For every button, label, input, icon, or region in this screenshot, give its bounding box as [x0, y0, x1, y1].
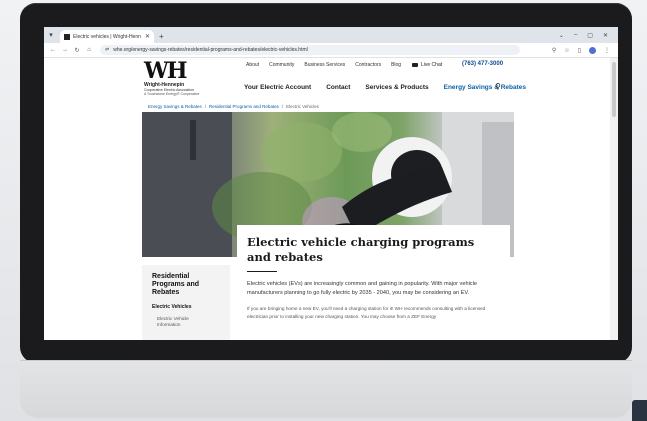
close-window-icon[interactable]: ✕: [603, 32, 608, 39]
breadcrumb-energy-savings[interactable]: Energy Savings & Rebates: [148, 104, 202, 109]
breadcrumb-current: Electric Vehicles: [286, 104, 319, 109]
sidebar: Residential Programs and Rebates Electri…: [142, 265, 230, 340]
chat-icon: [412, 63, 418, 67]
url-text: whe.org/energy-savings-rebates/residenti…: [113, 47, 308, 53]
breadcrumb-separator: /: [281, 104, 284, 109]
nav-business-services[interactable]: Business Services: [304, 62, 345, 68]
nav-contact[interactable]: Contact: [326, 84, 350, 91]
close-tab-icon[interactable]: ✕: [145, 33, 150, 40]
phone-number[interactable]: (763) 477-3000: [462, 61, 503, 67]
tab-title: Electric vehicles | Wright-Henn: [73, 33, 141, 40]
monitor-chin: [20, 360, 632, 418]
logo-mark: WH: [144, 58, 187, 84]
reload-icon[interactable]: ↻: [74, 47, 80, 54]
nav-blog[interactable]: Blog: [391, 62, 401, 68]
main-nav: Your Electric Account Contact Services &…: [244, 84, 526, 91]
address-bar: ← → ↻ ⌂ ⇌ whe.org/energy-savings-rebates…: [44, 43, 618, 58]
home-icon[interactable]: ⌂: [86, 47, 92, 53]
scrollbar[interactable]: [610, 58, 618, 340]
utility-nav: About Community Business Services Contra…: [246, 62, 401, 68]
sidebar-item-electric-vehicles[interactable]: Electric Vehicles: [152, 304, 220, 310]
logo-tagline: A Touchstone Energy® Cooperative: [144, 92, 200, 96]
menu-icon[interactable]: ⋮: [604, 47, 610, 54]
intro-paragraph: Electric vehicles (EVs) are increasingly…: [247, 281, 477, 296]
nav-community[interactable]: Community: [269, 62, 294, 68]
new-tab-icon[interactable]: +: [159, 32, 164, 41]
chevron-down-icon[interactable]: ⌄: [559, 32, 564, 39]
page-title: Electric vehicle charging programs and r…: [247, 235, 475, 264]
sidebar-item-ev-information[interactable]: Electric Vehicle Information: [157, 316, 212, 328]
back-icon[interactable]: ←: [50, 47, 56, 53]
tab-bar: ▾ Electric vehicles | Wright-Henn ✕ + ⌄ …: [44, 27, 618, 43]
body-paragraph: If you are bringing home a new EV, you'l…: [247, 306, 486, 319]
side-panel-icon[interactable]: ▯: [578, 47, 581, 54]
zoom-icon[interactable]: ⚲: [552, 47, 556, 54]
content-card: Electric vehicle charging programs and r…: [237, 225, 510, 340]
profile-avatar[interactable]: [589, 46, 596, 54]
favicon-icon: [64, 33, 70, 40]
maximize-icon[interactable]: ▢: [587, 32, 593, 39]
breadcrumb: Energy Savings & Rebates / Residential P…: [148, 104, 319, 109]
nav-energy-savings-rebates[interactable]: Energy Savings & Rebates: [444, 84, 526, 91]
search-icon[interactable]: ⚲: [495, 82, 501, 91]
browser-screen: ▾ Electric vehicles | Wright-Henn ✕ + ⌄ …: [44, 27, 618, 340]
title-divider: [247, 271, 277, 272]
nav-contractors[interactable]: Contractors: [355, 62, 381, 68]
breadcrumb-separator: /: [204, 104, 207, 109]
window-controls: ⌄ – ▢ ✕: [559, 27, 618, 43]
bookmark-star-icon[interactable]: ☆: [564, 47, 569, 54]
scrollbar-thumb[interactable]: [612, 62, 616, 117]
breadcrumb-residential[interactable]: Residential Programs and Rebates: [209, 104, 279, 109]
nav-about[interactable]: About: [246, 62, 259, 68]
live-chat-label: Live Chat: [421, 62, 443, 68]
nav-services-products[interactable]: Services & Products: [365, 84, 428, 91]
minimize-icon[interactable]: –: [574, 32, 577, 38]
nav-your-electric-account[interactable]: Your Electric Account: [244, 84, 311, 91]
site-logo[interactable]: WH Wright-Hennepin Cooperative Electric …: [144, 60, 214, 96]
url-input[interactable]: ⇌ whe.org/energy-savings-rebates/residen…: [100, 45, 520, 55]
mug-edge: [632, 400, 647, 421]
browser-tools: ⚲ ☆ ▯ ⋮: [552, 46, 618, 54]
live-chat-link[interactable]: Live Chat: [412, 62, 442, 68]
browser-tab[interactable]: Electric vehicles | Wright-Henn ✕: [60, 30, 154, 43]
tab-search-icon[interactable]: ▾: [44, 27, 58, 43]
site-info-icon[interactable]: ⇌: [105, 47, 109, 53]
sidebar-title[interactable]: Residential Programs and Rebates: [152, 273, 212, 297]
forward-icon[interactable]: →: [62, 47, 68, 53]
